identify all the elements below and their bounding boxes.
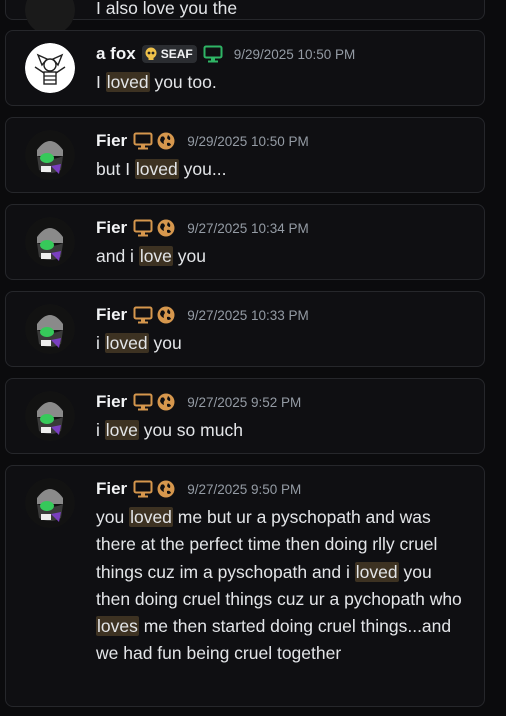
text-segment: you [172, 246, 206, 266]
globe-icon [156, 479, 176, 499]
monitor-icon [133, 132, 153, 150]
globe-icon [156, 218, 176, 238]
message-text-partial: I also love you the [96, 0, 468, 22]
search-result[interactable]: Fier 9/27/2025 10:34 PM and i love you [5, 204, 485, 280]
search-highlight: love [138, 246, 173, 266]
message-header: a fox SEAF 9/29/2025 10:50 PM [96, 43, 355, 65]
author-name[interactable]: Fier [96, 218, 127, 238]
search-result[interactable]: a fox SEAF 9/29/2025 10:50 PM I loved yo [5, 30, 485, 106]
message-text: but I loved you... [96, 156, 468, 183]
message-header: Fier 9/29/2025 10:50 PM [96, 130, 309, 152]
author-name[interactable]: Fier [96, 305, 127, 325]
search-result[interactable]: Fier 9/27/2025 9:52 PM i love you so muc… [5, 378, 485, 454]
search-result[interactable]: Fier 9/27/2025 9:50 PM you loved me but … [5, 465, 485, 707]
avatar[interactable] [25, 391, 75, 441]
text-segment: i [96, 420, 105, 440]
text-segment: I [96, 72, 106, 92]
message-text: you loved me but ur a pyschopath and was… [96, 504, 468, 668]
author-name[interactable]: Fier [96, 131, 127, 151]
text-segment: and i [96, 246, 139, 266]
message-text: i loved you [96, 330, 468, 357]
timestamp[interactable]: 9/29/2025 10:50 PM [234, 47, 356, 62]
server-tag[interactable]: SEAF [141, 45, 197, 63]
author-name[interactable]: Fier [96, 479, 127, 499]
avatar[interactable] [25, 130, 75, 180]
search-highlight: love [104, 420, 139, 440]
message-header: Fier 9/27/2025 9:52 PM [96, 391, 301, 413]
author-name[interactable]: Fier [96, 392, 127, 412]
message-text: I loved you too. [96, 69, 468, 96]
search-highlight: loved [104, 333, 149, 353]
timestamp[interactable]: 9/27/2025 9:52 PM [187, 395, 301, 410]
monitor-icon [133, 393, 153, 411]
avatar[interactable] [25, 43, 75, 93]
message-header: Fier 9/27/2025 10:34 PM [96, 217, 309, 239]
text-segment: you too. [149, 72, 217, 92]
text-segment: you... [178, 159, 227, 179]
text-segment: me then started doing cruel things...and… [96, 616, 452, 664]
monitor-icon [133, 219, 153, 237]
timestamp[interactable]: 9/29/2025 10:50 PM [187, 134, 309, 149]
timestamp[interactable]: 9/27/2025 10:33 PM [187, 308, 309, 323]
author-name[interactable]: a fox [96, 44, 136, 64]
globe-icon [156, 392, 176, 412]
search-highlight: loved [105, 72, 150, 92]
search-result[interactable]: Fier 9/27/2025 10:33 PM i loved you [5, 291, 485, 367]
monitor-icon [133, 306, 153, 324]
message-text: and i love you [96, 243, 468, 270]
search-result[interactable]: Fier 9/29/2025 10:50 PM but I loved you.… [5, 117, 485, 193]
message-header: Fier 9/27/2025 10:33 PM [96, 304, 309, 326]
timestamp[interactable]: 9/27/2025 9:50 PM [187, 482, 301, 497]
search-highlight: loved [134, 159, 179, 179]
globe-icon [156, 131, 176, 151]
text-segment: but I [96, 159, 135, 179]
timestamp[interactable]: 9/27/2025 10:34 PM [187, 221, 309, 236]
search-highlight: loved [129, 507, 173, 527]
search-result-partial[interactable]: I also love you the [5, 0, 485, 35]
search-highlight: loves [96, 616, 139, 637]
avatar[interactable] [25, 304, 75, 354]
globe-icon [156, 305, 176, 325]
text-segment: you [96, 507, 130, 527]
search-results-list: I also love you the a fox SEAF 9/29/2025… [0, 0, 506, 716]
search-highlight: loved [354, 561, 399, 582]
partial-text: I also love you the [96, 0, 238, 18]
message-header: Fier 9/27/2025 9:50 PM [96, 478, 301, 500]
message-text: i love you so much [96, 417, 468, 444]
monitor-icon [133, 480, 153, 498]
text-segment: you [148, 333, 182, 353]
server-tag-label: SEAF [160, 47, 193, 61]
avatar[interactable] [25, 478, 75, 528]
text-segment: you so much [138, 420, 243, 440]
skull-emoji-icon [145, 47, 157, 60]
monitor-icon [203, 45, 223, 63]
text-segment: i [96, 333, 105, 353]
avatar[interactable] [25, 217, 75, 267]
